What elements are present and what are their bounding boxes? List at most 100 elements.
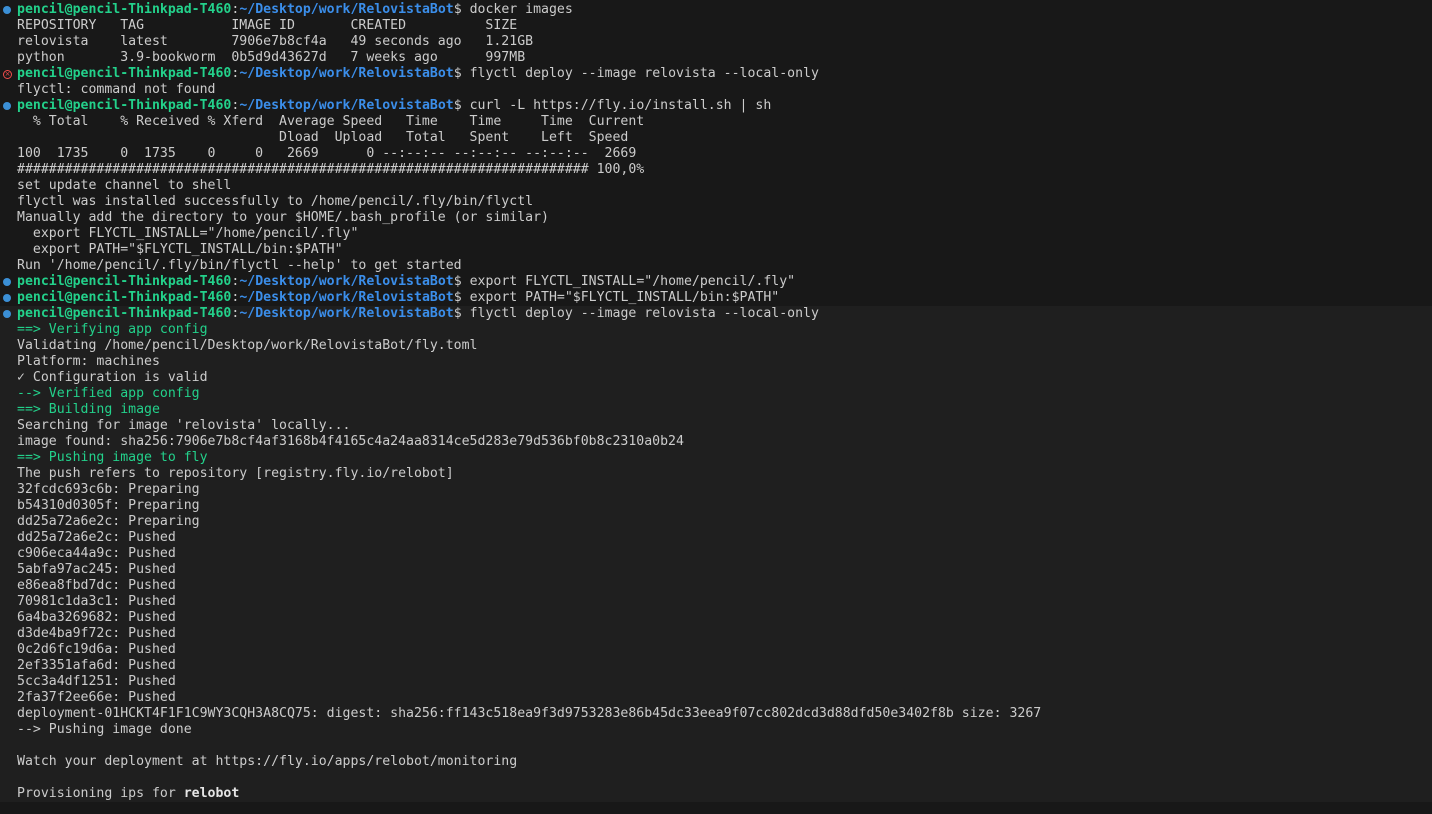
output-line: Searching for image 'relovista' locally.… bbox=[17, 418, 350, 434]
prompt-user: pencil@pencil-Thinkpad-T460 bbox=[17, 274, 232, 289]
prompt-user: pencil@pencil-Thinkpad-T460 bbox=[17, 290, 232, 305]
output-line: 0c2d6fc19d6a: Pushed bbox=[17, 642, 176, 658]
output-text: REPOSITORY TAG IMAGE ID CREATED SIZE bbox=[17, 18, 518, 33]
output-text: --> Pushing image done bbox=[17, 722, 192, 737]
prompt-path: ~/Desktop/work/RelovistaBot bbox=[239, 2, 454, 17]
output-text: flyctl: command not found bbox=[17, 82, 216, 97]
output-line: 70981c1da3c1: Pushed bbox=[17, 594, 176, 610]
output-text: Dload Upload Total Spent Left Speed bbox=[17, 130, 629, 145]
output-text: The push refers to repository [registry.… bbox=[17, 466, 454, 481]
output-line: b54310d0305f: Preparing bbox=[17, 498, 200, 514]
output-line: 6a4ba3269682: Pushed bbox=[17, 610, 176, 626]
active-command-region bbox=[0, 306, 1432, 802]
output-line: Watch your deployment at https://fly.io/… bbox=[17, 754, 517, 770]
prompt-line: pencil@pencil-Thinkpad-T460:~/Desktop/wo… bbox=[17, 98, 771, 114]
prompt-symbol: $ bbox=[453, 274, 470, 289]
output-text: Watch your deployment at https://fly.io/… bbox=[17, 754, 518, 769]
success-marker-icon[interactable] bbox=[3, 6, 11, 14]
output-text: c906eca44a9c: Pushed bbox=[17, 546, 176, 561]
output-text: python 3.9-bookworm 0b5d9d43627d 7 weeks… bbox=[17, 50, 526, 65]
output-text: b54310d0305f: Preparing bbox=[17, 498, 200, 513]
prompt-line: pencil@pencil-Thinkpad-T460:~/Desktop/wo… bbox=[17, 290, 779, 306]
output-text: Provisioning ips for bbox=[17, 786, 184, 801]
output-line: d3de4ba9f72c: Pushed bbox=[17, 626, 176, 642]
output-line: 100 1735 0 1735 0 0 2669 0 --:--:-- --:-… bbox=[17, 146, 636, 162]
prompt-symbol: $ bbox=[453, 306, 470, 321]
output-text: 6a4ba3269682: Pushed bbox=[17, 610, 176, 625]
command-text: flyctl deploy --image relovista --local-… bbox=[469, 66, 819, 81]
output-line: Validating /home/pencil/Desktop/work/Rel… bbox=[17, 338, 478, 354]
output-line: flyctl was installed successfully to /ho… bbox=[17, 194, 533, 210]
output-line: e86ea8fbd7dc: Pushed bbox=[17, 578, 176, 594]
app-name: relobot bbox=[183, 786, 240, 801]
output-text: set update channel to shell bbox=[17, 178, 232, 193]
success-marker-icon[interactable] bbox=[3, 102, 11, 110]
output-line: Dload Upload Total Spent Left Speed bbox=[17, 130, 628, 146]
status-text: ==> Verifying app config bbox=[17, 322, 208, 337]
output-line: image found: sha256:7906e7b8cf4af3168b4f… bbox=[17, 434, 684, 450]
prompt-user: pencil@pencil-Thinkpad-T460 bbox=[17, 66, 232, 81]
prompt-line: pencil@pencil-Thinkpad-T460:~/Desktop/wo… bbox=[17, 306, 819, 322]
prompt-line: pencil@pencil-Thinkpad-T460:~/Desktop/wo… bbox=[17, 274, 795, 290]
output-text: 5abfa97ac245: Pushed bbox=[17, 562, 176, 577]
status-text: --> Verified app config bbox=[17, 386, 200, 401]
output-line: --> Pushing image done bbox=[17, 722, 192, 738]
success-marker-icon[interactable] bbox=[3, 310, 11, 318]
output-text: image found: sha256:7906e7b8cf4af3168b4f… bbox=[17, 434, 684, 449]
output-text: dd25a72a6e2c: Preparing bbox=[17, 514, 200, 529]
output-text: export PATH="$FLYCTL_INSTALL/bin:$PATH" bbox=[17, 242, 343, 257]
output-line: 5cc3a4df1251: Pushed bbox=[17, 674, 176, 690]
output-line: REPOSITORY TAG IMAGE ID CREATED SIZE bbox=[17, 18, 517, 34]
prompt-symbol: $ bbox=[453, 98, 470, 113]
status-line: ==> Building image bbox=[17, 402, 160, 418]
output-text: Searching for image 'relovista' locally.… bbox=[17, 418, 351, 433]
output-line: 2fa37f2ee66e: Pushed bbox=[17, 690, 176, 706]
output-text: Manually add the directory to your $HOME… bbox=[17, 210, 549, 225]
output-text: 70981c1da3c1: Pushed bbox=[17, 594, 176, 609]
output-line: Run '/home/pencil/.fly/bin/flyctl --help… bbox=[17, 258, 462, 274]
prompt-path: ~/Desktop/work/RelovistaBot bbox=[239, 66, 454, 81]
error-marker-icon[interactable]: × bbox=[3, 70, 12, 79]
output-text: export FLYCTL_INSTALL="/home/pencil/.fly… bbox=[17, 226, 359, 241]
output-line: 5abfa97ac245: Pushed bbox=[17, 562, 176, 578]
output-text: 100 1735 0 1735 0 0 2669 0 --:--:-- --:-… bbox=[17, 146, 637, 161]
output-line: ########################################… bbox=[17, 162, 644, 178]
success-marker-icon[interactable] bbox=[3, 294, 11, 302]
prompt-symbol: $ bbox=[453, 66, 470, 81]
output-text: ✓ Configuration is valid bbox=[17, 370, 208, 385]
output-line: export PATH="$FLYCTL_INSTALL/bin:$PATH" bbox=[17, 242, 343, 258]
output-text: 32fcdc693c6b: Preparing bbox=[17, 482, 200, 497]
output-line: c906eca44a9c: Pushed bbox=[17, 546, 176, 562]
terminal-bottom-edge bbox=[0, 802, 1432, 814]
output-line: % Total % Received % Xferd Average Speed… bbox=[17, 114, 644, 130]
prompt-line: pencil@pencil-Thinkpad-T460:~/Desktop/wo… bbox=[17, 2, 573, 18]
output-text: % Total % Received % Xferd Average Speed… bbox=[17, 114, 645, 129]
output-text: flyctl was installed successfully to /ho… bbox=[17, 194, 534, 209]
output-line: Provisioning ips for relobot bbox=[17, 786, 239, 802]
output-line: ✓ Configuration is valid bbox=[17, 370, 208, 386]
terminal-window[interactable]: pencil@pencil-Thinkpad-T460:~/Desktop/wo… bbox=[0, 0, 1432, 814]
output-text: d3de4ba9f72c: Pushed bbox=[17, 626, 176, 641]
output-text: 0c2d6fc19d6a: Pushed bbox=[17, 642, 176, 657]
output-line: dd25a72a6e2c: Pushed bbox=[17, 530, 176, 546]
output-line: 32fcdc693c6b: Preparing bbox=[17, 482, 200, 498]
status-text: ==> Pushing image to fly bbox=[17, 450, 208, 465]
output-text: Validating /home/pencil/Desktop/work/Rel… bbox=[17, 338, 478, 353]
output-line: export FLYCTL_INSTALL="/home/pencil/.fly… bbox=[17, 226, 359, 242]
output-line: relovista latest 7906e7b8cf4a 49 seconds… bbox=[17, 34, 533, 50]
output-line: set update channel to shell bbox=[17, 178, 231, 194]
command-text: docker images bbox=[469, 2, 573, 17]
output-line: python 3.9-bookworm 0b5d9d43627d 7 weeks… bbox=[17, 50, 525, 66]
output-text: 5cc3a4df1251: Pushed bbox=[17, 674, 176, 689]
status-line: ==> Pushing image to fly bbox=[17, 450, 208, 466]
output-line: 2ef3351afa6d: Pushed bbox=[17, 658, 176, 674]
output-text: Platform: machines bbox=[17, 354, 160, 369]
output-line: Manually add the directory to your $HOME… bbox=[17, 210, 549, 226]
prompt-path: ~/Desktop/work/RelovistaBot bbox=[239, 274, 454, 289]
output-line: Platform: machines bbox=[17, 354, 160, 370]
output-text: relovista latest 7906e7b8cf4a 49 seconds… bbox=[17, 34, 534, 49]
command-text: curl -L https://fly.io/install.sh | sh bbox=[469, 98, 772, 113]
output-text: 2ef3351afa6d: Pushed bbox=[17, 658, 176, 673]
success-marker-icon[interactable] bbox=[3, 278, 11, 286]
output-line: deployment-01HCKT4F1F1C9WY3CQH3A8CQ75: d… bbox=[17, 706, 1041, 722]
